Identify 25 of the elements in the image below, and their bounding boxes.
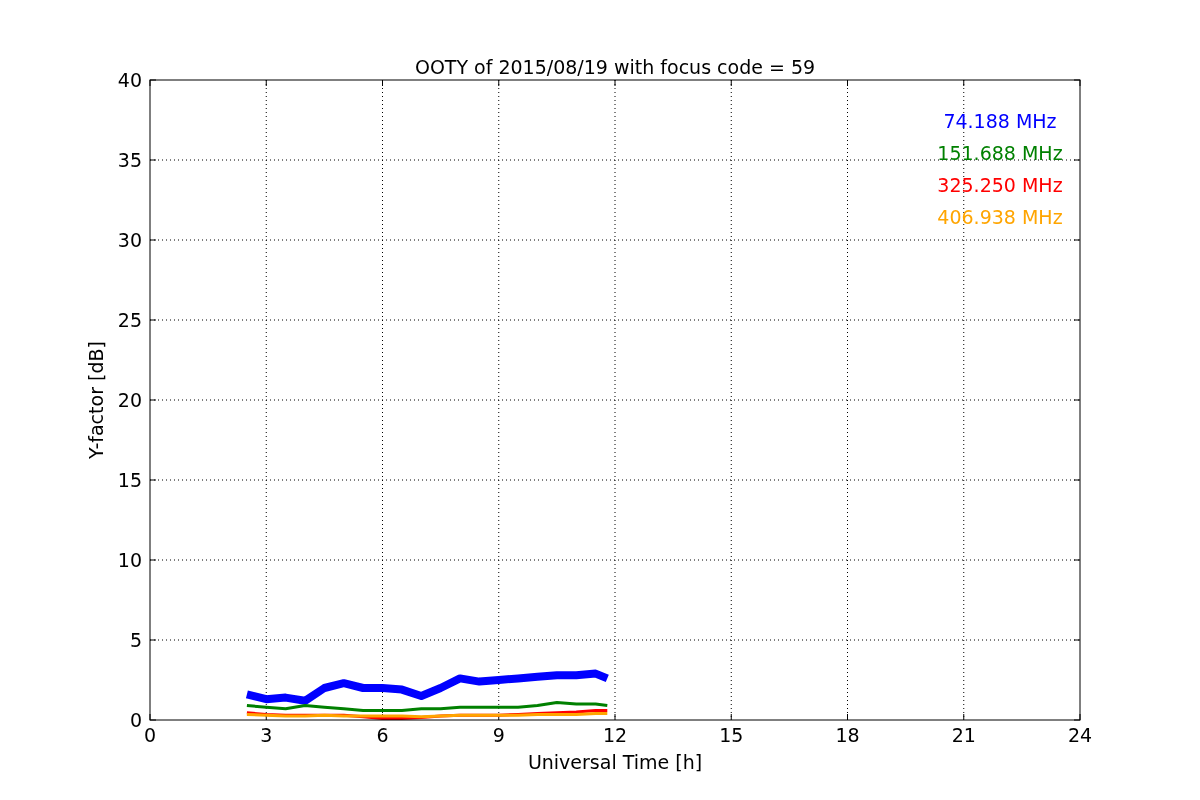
y-tick-label: 20 [117, 389, 142, 411]
x-tick-label: 6 [376, 724, 389, 746]
legend-label: 151.688 MHz [937, 142, 1063, 164]
x-axis-label: Universal Time [h] [527, 751, 703, 773]
y-axis-label: Y-factor [dB] [85, 341, 107, 459]
y-tick-label: 10 [117, 549, 142, 571]
x-tick-label: 24 [1067, 724, 1093, 746]
x-tick-label: 9 [492, 724, 505, 746]
y-tick-label: 5 [129, 629, 142, 651]
legend-label: 406.938 MHz [937, 206, 1063, 228]
x-tick-label: 3 [260, 724, 273, 746]
x-tick-label: 0 [143, 724, 157, 746]
x-tick-label: 15 [719, 724, 744, 746]
chart-title: OOTY of 2015/08/19 with focus code = 59 [414, 56, 816, 78]
x-tick-label: 21 [951, 724, 976, 746]
y-tick-label: 0 [129, 709, 142, 731]
y-tick-label: 40 [117, 69, 142, 91]
y-tick-label: 15 [117, 469, 142, 491]
x-tick-label: 18 [835, 724, 860, 746]
y-tick-label: 35 [117, 149, 142, 171]
y-tick-label: 30 [117, 229, 142, 251]
y-tick-label: 25 [117, 309, 142, 331]
legend-label: 325.250 MHz [937, 174, 1063, 196]
x-tick-label: 12 [602, 724, 628, 746]
legend-label: 74.188 MHz [943, 110, 1057, 132]
